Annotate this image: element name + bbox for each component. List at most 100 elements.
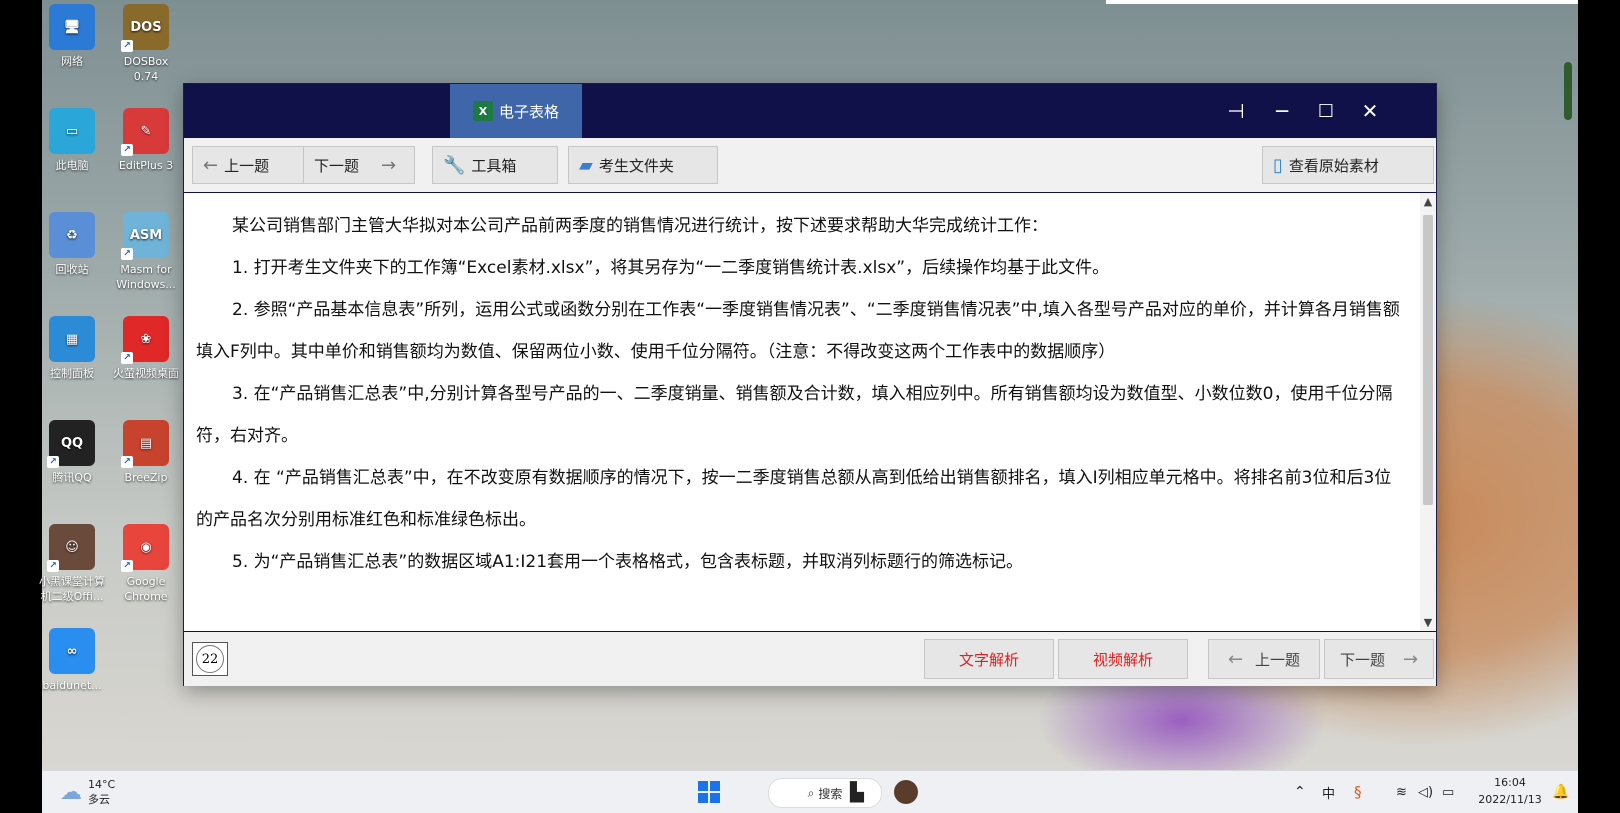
weather-temp: 14°C: [88, 778, 116, 791]
task-view-icon[interactable]: ▙: [850, 771, 864, 813]
bottom-next-button[interactable]: 下一题 →: [1324, 639, 1434, 679]
question-number-badge: 22: [192, 642, 228, 676]
bottom-prev-button[interactable]: ← 上一题: [1208, 639, 1320, 679]
app-icon: QQ ↗: [47, 420, 95, 468]
clock-date: 2022/11/13: [1478, 793, 1542, 806]
shortcut-arrow-icon: ↗: [47, 456, 59, 468]
volume-icon[interactable]: ◁): [1418, 771, 1433, 813]
question-paragraph: 2. 参照“产品基本信息表”所列，运用公式或函数分别在工作表“一季度销售情况表”…: [196, 300, 1400, 362]
document-icon: ▯: [1273, 154, 1283, 176]
weather-widget[interactable]: ☁ 14°C 多云: [60, 771, 115, 813]
app-icon: ♻: [49, 212, 95, 258]
app-icon: ASM ↗: [121, 212, 169, 260]
antivirus-icon[interactable]: §: [1354, 771, 1362, 813]
search-label: 搜索: [818, 786, 843, 801]
desktop-icon[interactable]: ▦ 控制面板: [36, 316, 108, 381]
desktop-icon[interactable]: QQ ↗ 腾讯QQ: [36, 420, 108, 485]
desktop-icon-label: BreeZip: [124, 471, 168, 484]
minimize-button[interactable]: ─: [1264, 94, 1300, 128]
desktop-icon[interactable]: ♻ 回收站: [36, 212, 108, 277]
wifi-icon[interactable]: ≋: [1396, 771, 1407, 813]
desktop-icon[interactable]: 🖥 网络: [36, 4, 108, 69]
clock-time: 16:04: [1494, 776, 1526, 789]
question-paragraph: 1. 打开考生文件夹下的工作簿“Excel素材.xlsx”，将其另存为“一二季度…: [232, 258, 1110, 278]
taskbar-search[interactable]: ⌕ 搜索: [768, 778, 882, 808]
question-paragraph: 4. 在 “产品销售汇总表”中，在不改变原有数据顺序的情况下，按一二季度销售总额…: [196, 468, 1392, 530]
pin-icon[interactable]: ⊣: [1218, 94, 1254, 128]
app-icon: ▭: [49, 108, 95, 154]
chevron-up-icon[interactable]: ⌃: [1294, 771, 1306, 813]
desktop-icon[interactable]: ASM ↗ Masm for Windows...: [110, 212, 182, 292]
bottom-next-label: 下一题: [1339, 650, 1385, 669]
text-analysis-button[interactable]: 文字解析: [924, 639, 1054, 679]
arrow-left-icon: ←: [1227, 648, 1244, 670]
video-analysis-button[interactable]: 视频解析: [1058, 639, 1188, 679]
windows-logo-icon: [698, 781, 720, 803]
question-paragraph: 5. 为“产品销售汇总表”的数据区域A1:I21套用一个表格格式，包含表标题，并…: [232, 552, 1024, 572]
taskbar-app-avatar[interactable]: [894, 771, 918, 813]
arrow-left-icon: ←: [203, 154, 219, 176]
desktop-icon-label: 火萤视频桌面: [113, 367, 179, 380]
desktop-icon[interactable]: ▤ ↗ BreeZip: [110, 420, 182, 485]
folder-label: 考生文件夹: [598, 156, 674, 175]
battery-icon[interactable]: ▭: [1442, 771, 1454, 813]
scroll-down-icon[interactable]: ▼: [1420, 616, 1436, 629]
desktop-icon-label: DOSBox 0.74: [123, 55, 169, 83]
weather-desc: 多云: [88, 793, 110, 806]
shortcut-arrow-icon: ↗: [121, 560, 133, 572]
desktop-icon[interactable]: ✎ ↗ EditPlus 3: [110, 108, 182, 173]
folder-icon: ▰: [579, 154, 593, 176]
shortcut-arrow-icon: ↗: [121, 144, 133, 156]
maximize-button[interactable]: ☐: [1308, 94, 1344, 128]
shortcut-arrow-icon: ↗: [47, 560, 59, 572]
desktop-icon-label: Masm for Windows...: [116, 263, 176, 291]
question-paragraph: 某公司销售部门主管大华拟对本公司产品前两季度的销售情况进行统计，按下述要求帮助大…: [232, 216, 1048, 236]
desktop-icon[interactable]: ❀ ↗ 火萤视频桌面: [110, 316, 182, 381]
title-bar: X 电子表格 ⊣ ─ ☐ ✕: [184, 84, 1436, 138]
taskbar: ☁ 14°C 多云 ⌕ 搜索 ▙ ⌃ 中 § ≋ ◁) ▭ 16:04 2022…: [42, 770, 1578, 813]
clock[interactable]: 16:04 2022/11/13: [1470, 774, 1550, 808]
excel-icon: X: [472, 101, 493, 121]
tab-title: 电子表格: [498, 102, 559, 121]
notification-bell-icon[interactable]: 🔔: [1552, 771, 1569, 813]
desktop-icon-label: 小黑课堂计算机二级Offi...: [39, 575, 105, 603]
side-scroll-indicator: [1564, 62, 1572, 120]
desktop-icon[interactable]: ☺ ↗ 小黑课堂计算机二级Offi...: [36, 524, 108, 604]
bottom-bar: 22 文字解析 视频解析 ← 上一题 下一题 →: [184, 631, 1436, 686]
app-icon: ▦: [49, 316, 95, 362]
view-material-label: 查看原始素材: [1288, 156, 1379, 175]
app-icon: DOS ↗: [121, 4, 169, 52]
close-button[interactable]: ✕: [1352, 94, 1388, 128]
shortcut-arrow-icon: ↗: [121, 248, 133, 260]
desktop-icon[interactable]: ◉ ↗ Google Chrome: [110, 524, 182, 604]
desktop-icon[interactable]: ▭ 此电脑: [36, 108, 108, 173]
app-icon: ◉ ↗: [121, 524, 169, 572]
desktop-icon[interactable]: ∞ baidunet...: [36, 628, 108, 693]
top-edge-bar: [1106, 0, 1578, 4]
app-icon: ☺ ↗: [47, 524, 95, 572]
student-folder-button[interactable]: ▰ 考生文件夹: [568, 146, 718, 184]
scroll-thumb[interactable]: [1423, 215, 1433, 505]
desktop-icon-label: baidunet...: [42, 679, 102, 692]
desktop-icon-label: 腾讯QQ: [52, 471, 92, 484]
question-content: 某公司销售部门主管大华拟对本公司产品前两季度的销售情况进行统计，按下述要求帮助大…: [184, 193, 1420, 631]
app-icon: ❀ ↗: [121, 316, 169, 364]
start-button[interactable]: [698, 771, 720, 813]
prev-question-button[interactable]: ← 上一题: [192, 146, 304, 184]
app-icon: 🖥: [49, 4, 95, 50]
bottom-prev-label: 上一题: [1255, 650, 1301, 669]
app-icon: ∞: [49, 628, 95, 674]
toolbar: ← 上一题 下一题 → 🔧 工具箱 ▰ 考生文件夹 ▯ 查看原始素材: [184, 138, 1436, 193]
view-material-button[interactable]: ▯ 查看原始素材: [1262, 146, 1434, 184]
desktop-icon[interactable]: DOS ↗ DOSBox 0.74: [110, 4, 182, 84]
scroll-up-icon[interactable]: ▲: [1420, 195, 1436, 208]
ime-indicator[interactable]: 中: [1322, 771, 1335, 813]
wrench-icon: 🔧: [443, 154, 466, 176]
question-number: 22: [196, 645, 224, 673]
next-question-button[interactable]: 下一题 →: [303, 146, 415, 184]
shortcut-arrow-icon: ↗: [121, 352, 133, 364]
tab-spreadsheet[interactable]: X 电子表格: [450, 84, 582, 138]
toolbox-button[interactable]: 🔧 工具箱: [432, 146, 558, 184]
app-icon: ✎ ↗: [121, 108, 169, 156]
content-scrollbar[interactable]: ▲ ▼: [1420, 193, 1436, 631]
